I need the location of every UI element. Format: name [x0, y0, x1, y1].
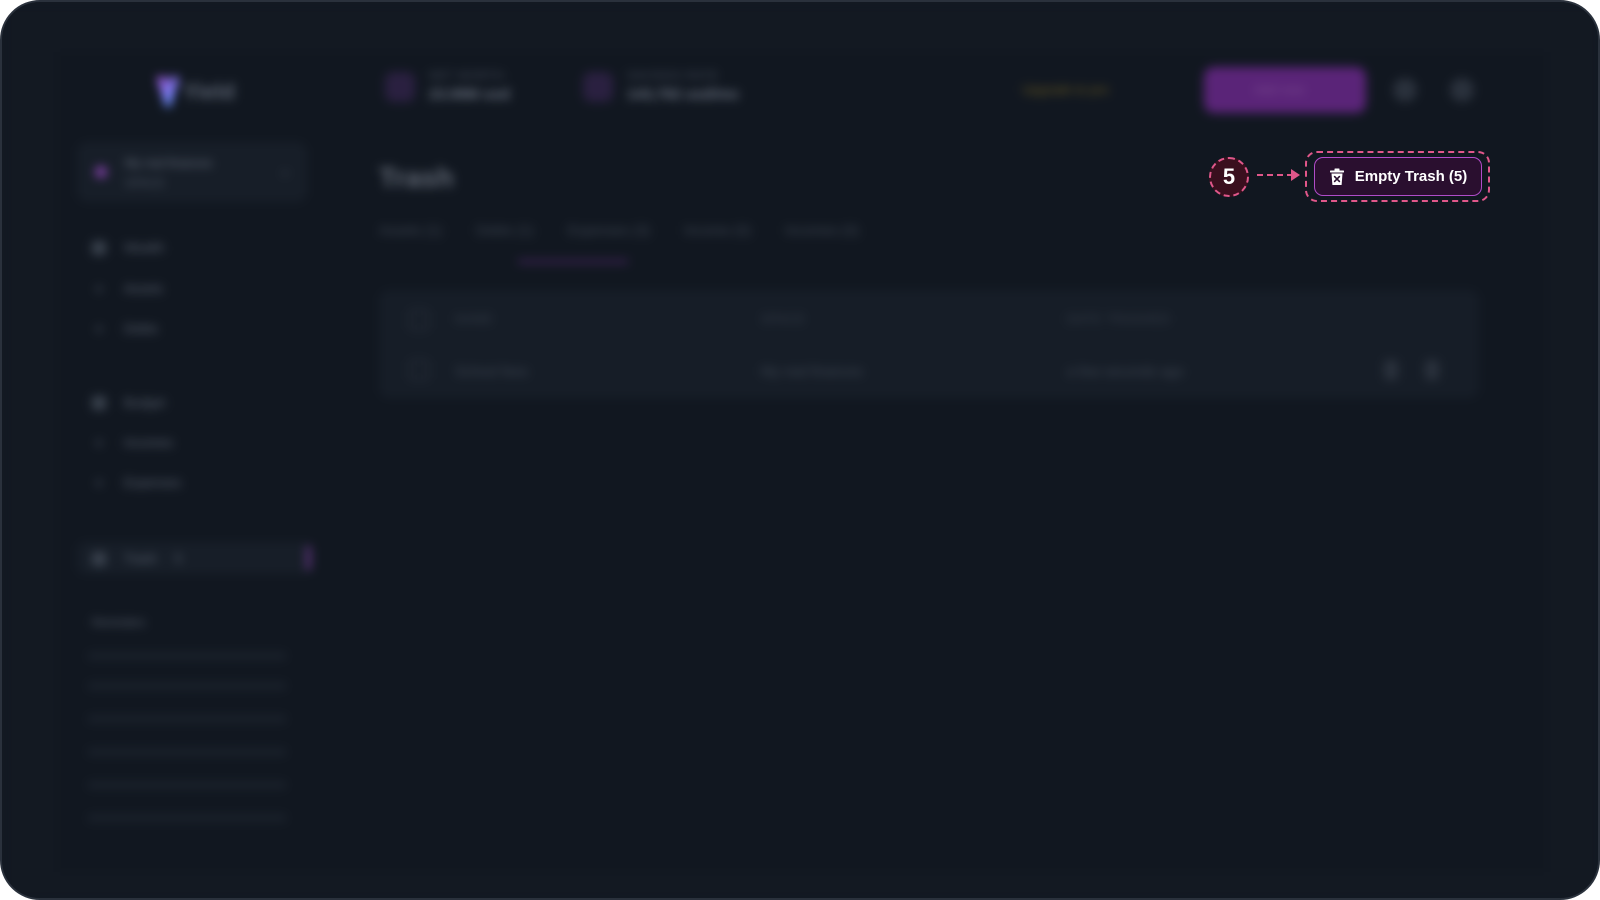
page-title: Trash: [379, 162, 454, 193]
settings-icon[interactable]: [1393, 78, 1417, 102]
tab-debts[interactable]: Debts (1): [476, 222, 534, 238]
sidebar-item-trash[interactable]: Trash 5: [77, 542, 312, 574]
column-header-date[interactable]: DATE TRASHED: [1067, 312, 1171, 326]
savings-rate-stat: SAVINGS RATE 143,792 usd/mo: [583, 70, 739, 103]
bullet-icon: [96, 439, 102, 446]
column-header-name[interactable]: NAME: [455, 312, 494, 326]
bullet-icon: [96, 325, 102, 332]
stat-label: NET WORTH: [429, 70, 505, 82]
logo-icon: [157, 77, 179, 107]
trash-table: NAME SPACE DATE TRASHED School fees My r…: [379, 290, 1479, 398]
sidebar-item-label: Wealth: [124, 240, 165, 255]
sidebar-item-budget[interactable]: Budget: [92, 395, 165, 410]
tab-bar: Assets (1) Debts (1) Expenses (3) Income…: [379, 222, 859, 238]
trash-icon: [92, 551, 106, 566]
bullet-icon: [96, 285, 102, 292]
step-badge: 5: [1209, 157, 1249, 197]
net-worth-stat: NET WORTH 23.99M usd: [385, 70, 510, 103]
bullet-icon: [96, 479, 102, 486]
sidebar-item-label: Trash: [124, 551, 157, 566]
chevron-down-icon: ⌄: [279, 162, 291, 178]
sidebar-item-label: Assets: [124, 281, 164, 296]
sidebar-trash-row: Trash 5: [92, 551, 182, 566]
reminders-heading: Reminders: [92, 617, 145, 629]
stat-value: 23.99M usd: [429, 86, 510, 103]
cell-name: School fees: [455, 363, 529, 379]
net-worth-icon: [385, 71, 415, 102]
sidebar-item-expenses[interactable]: Expenses: [92, 475, 181, 490]
add-new-button[interactable]: Add new: [1204, 67, 1366, 113]
space-selector[interactable]: My real finances SPACE ⌄: [77, 142, 307, 202]
sidebar-item-assets[interactable]: Assets: [92, 281, 163, 296]
tab-incomes[interactable]: Incomes (0): [785, 222, 859, 238]
tab-income[interactable]: Income (0): [684, 222, 751, 238]
sidebar-item-label: Incomes: [124, 435, 174, 450]
cell-date: a few seconds ago: [1067, 363, 1184, 379]
add-new-label: Add new: [1254, 82, 1305, 97]
stat-value: 143,792 usd/mo: [627, 86, 739, 103]
user-icon[interactable]: [1450, 78, 1474, 102]
restore-icon[interactable]: [1384, 360, 1398, 380]
reminders-label: Reminders: [92, 617, 146, 629]
active-tab-indicator: [518, 260, 628, 263]
logo: Yield: [157, 77, 235, 107]
callout-arrowhead: [1291, 169, 1300, 181]
sidebar-item-label: Expenses: [124, 475, 182, 490]
empty-trash-label: Empty Trash (5): [1354, 168, 1468, 185]
sidebar-item-incomes[interactable]: Incomes: [92, 435, 173, 450]
sidebar-item-debts[interactable]: Debts: [92, 321, 158, 336]
active-indicator: [307, 546, 310, 570]
sidebar-item-wealth[interactable]: Wealth: [92, 240, 164, 255]
screen-frame: Yield My real finances SPACE ⌄ Wealth As…: [0, 0, 1600, 900]
tab-expenses[interactable]: Expenses (3): [568, 222, 650, 238]
wallet-icon: [92, 395, 106, 410]
trash-count-badge: 5: [174, 551, 182, 566]
trend-icon: [583, 71, 613, 102]
sidebar-item-label: Budget: [124, 395, 166, 410]
stat-label: SAVINGS RATE: [627, 70, 719, 82]
space-color-icon: [95, 166, 107, 178]
space-subtitle: SPACE: [125, 176, 165, 190]
row-checkbox[interactable]: [409, 360, 429, 380]
logo-text: Yield: [183, 79, 235, 104]
blurred-app-background: Yield My real finances SPACE ⌄ Wealth As…: [2, 2, 1598, 898]
delete-icon[interactable]: [1425, 360, 1439, 380]
sidebar-item-label: Debts: [124, 321, 158, 336]
trash-icon: [1329, 168, 1344, 185]
tab-assets[interactable]: Assets (1): [379, 222, 442, 238]
column-header-space[interactable]: SPACE: [761, 312, 806, 326]
chart-icon: [92, 240, 106, 255]
upgrade-link[interactable]: Upgrade to pro: [1022, 82, 1109, 97]
cell-space: My real finances: [761, 363, 863, 379]
empty-trash-button[interactable]: Empty Trash (5): [1314, 157, 1482, 196]
space-name: My real finances: [125, 156, 213, 170]
callout-arrow: [1257, 174, 1293, 176]
select-all-checkbox[interactable]: [409, 310, 429, 330]
